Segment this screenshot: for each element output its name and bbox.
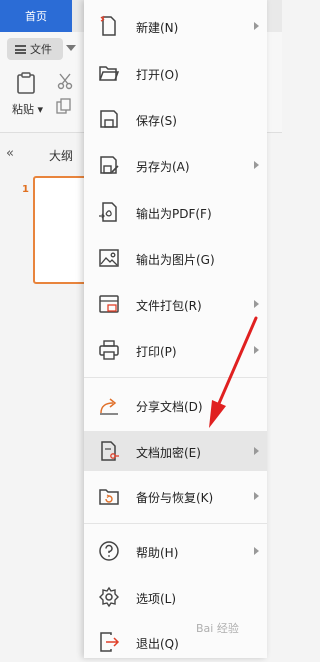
menu-item-exit[interactable]: 退出(Q) bbox=[84, 622, 267, 662]
submenu-arrow-icon bbox=[254, 547, 259, 555]
menu-item-backup[interactable]: 备份与恢复(K) bbox=[84, 476, 267, 516]
paste-label[interactable]: 粘贴 ▾ bbox=[12, 101, 43, 117]
file-menu: 新建(N) 打开(O) 保存(S) 另存为(A) 输出为PDF(F) 输出为图片… bbox=[84, 0, 267, 658]
save-icon bbox=[100, 110, 118, 128]
new-icon bbox=[100, 15, 116, 36]
backup-icon bbox=[99, 489, 119, 505]
menu-label: 打开(O) bbox=[136, 68, 179, 82]
image-export-icon bbox=[99, 249, 119, 267]
menu-label: 输出为图片(G) bbox=[136, 253, 215, 267]
submenu-arrow-icon bbox=[254, 447, 259, 455]
menu-label: 文件打包(R) bbox=[136, 299, 202, 313]
hamburger-icon bbox=[15, 44, 26, 54]
menu-label: 退出(Q) bbox=[136, 637, 179, 651]
menu-separator bbox=[84, 523, 267, 524]
chevron-down-icon[interactable] bbox=[66, 45, 76, 51]
menu-label: 另存为(A) bbox=[136, 160, 190, 174]
menu-item-save[interactable]: 保存(S) bbox=[84, 99, 267, 139]
submenu-arrow-icon bbox=[254, 22, 259, 30]
tab-home[interactable]: 首页 bbox=[0, 0, 72, 32]
menu-item-save-as[interactable]: 另存为(A) bbox=[84, 145, 267, 185]
gear-icon bbox=[99, 586, 119, 608]
help-icon bbox=[99, 541, 119, 561]
submenu-arrow-icon bbox=[254, 492, 259, 500]
paste-icon[interactable] bbox=[16, 72, 36, 94]
menu-label: 帮助(H) bbox=[136, 546, 179, 560]
file-menu-button[interactable]: 文件 bbox=[7, 38, 63, 60]
menu-separator bbox=[84, 377, 267, 378]
exit-icon bbox=[100, 632, 120, 652]
slide-thumbnail[interactable] bbox=[33, 176, 87, 284]
scissors-icon[interactable] bbox=[56, 72, 74, 90]
encrypt-icon bbox=[101, 441, 119, 461]
copy-icon[interactable] bbox=[56, 98, 72, 114]
package-icon bbox=[99, 295, 119, 313]
menu-label: 输出为PDF(F) bbox=[136, 207, 212, 221]
menu-label: 文档加密(E) bbox=[136, 446, 201, 460]
menu-item-open[interactable]: 打开(O) bbox=[84, 53, 267, 93]
save-as-icon bbox=[100, 156, 119, 174]
share-icon bbox=[100, 398, 118, 415]
submenu-arrow-icon bbox=[254, 300, 259, 308]
submenu-arrow-icon bbox=[254, 346, 259, 354]
collapse-panel-icon[interactable]: « bbox=[6, 146, 14, 161]
printer-icon bbox=[99, 340, 119, 360]
menu-label: 备份与恢复(K) bbox=[136, 491, 214, 505]
pdf-export-icon bbox=[99, 202, 117, 222]
menu-item-package[interactable]: 文件打包(R) bbox=[84, 284, 267, 324]
menu-label: 分享文档(D) bbox=[136, 400, 203, 414]
menu-label: 打印(P) bbox=[136, 345, 177, 359]
file-menu-label: 文件 bbox=[30, 43, 52, 56]
menu-item-share[interactable]: 分享文档(D) bbox=[84, 385, 267, 425]
submenu-arrow-icon bbox=[254, 161, 259, 169]
slide-number: 1 bbox=[22, 184, 29, 195]
menu-item-export-image[interactable]: 输出为图片(G) bbox=[84, 238, 267, 278]
menu-item-encrypt[interactable]: 文档加密(E) bbox=[84, 431, 267, 471]
menu-item-export-pdf[interactable]: 输出为PDF(F) bbox=[84, 192, 267, 232]
menu-label: 保存(S) bbox=[136, 114, 177, 128]
menu-item-help[interactable]: 帮助(H) bbox=[84, 531, 267, 571]
menu-label: 新建(N) bbox=[136, 21, 179, 35]
folder-open-icon bbox=[99, 66, 120, 81]
menu-item-new[interactable]: 新建(N) bbox=[84, 6, 267, 46]
watermark: Bai 经验 bbox=[196, 622, 239, 635]
menu-item-print[interactable]: 打印(P) bbox=[84, 330, 267, 370]
menu-item-options[interactable]: 选项(L) bbox=[84, 577, 267, 617]
outline-tab[interactable]: 大纲 bbox=[49, 147, 73, 164]
menu-label: 选项(L) bbox=[136, 592, 177, 606]
